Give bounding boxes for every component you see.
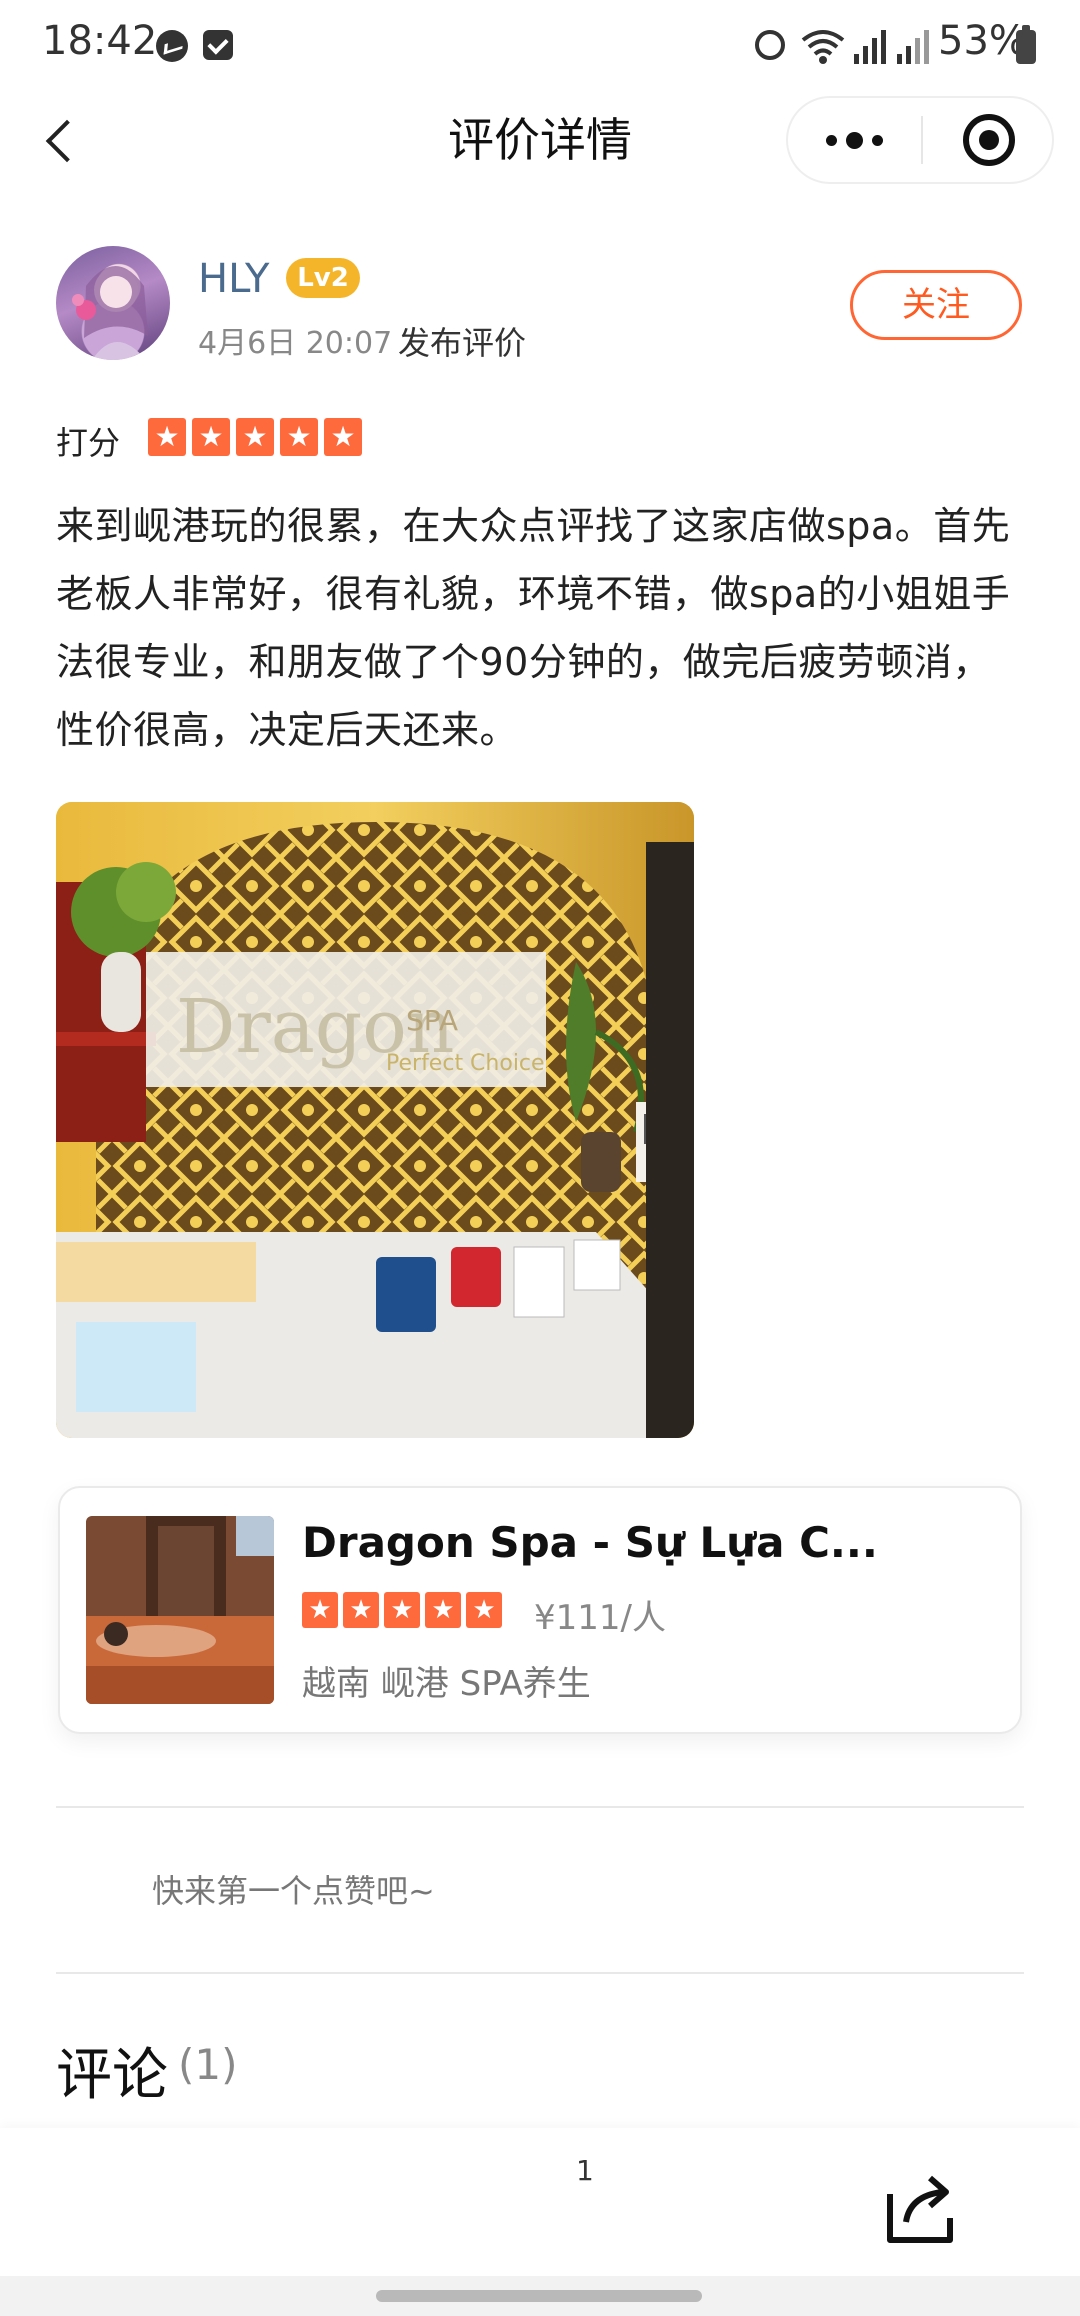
star-icon bbox=[302, 1592, 338, 1628]
battery-icon bbox=[1016, 25, 1036, 64]
share-icon bbox=[887, 2175, 953, 2243]
star-icon bbox=[466, 1592, 502, 1628]
username[interactable]: HLY bbox=[198, 256, 269, 302]
shop-price: ¥111/人 bbox=[534, 1598, 666, 1638]
comments-count: (1) bbox=[178, 2040, 238, 2089]
star-icon bbox=[280, 418, 318, 456]
shop-rating-stars bbox=[302, 1592, 502, 1628]
rating-label: 打分 bbox=[56, 424, 121, 462]
avatar[interactable] bbox=[56, 246, 170, 360]
post-time: 4月6日 20:07 bbox=[198, 326, 393, 361]
svg-text:SPA: SPA bbox=[406, 1004, 458, 1037]
star-icon bbox=[343, 1592, 379, 1628]
miniprogram-capsule bbox=[786, 96, 1054, 184]
star-icon bbox=[425, 1592, 461, 1628]
follow-button[interactable]: 关注 bbox=[850, 270, 1022, 340]
like-hint: 快来第一个点赞吧~ bbox=[152, 1872, 435, 1910]
avatar-image bbox=[72, 266, 148, 360]
shop-name[interactable]: Dragon Spa - Sự Lựa C... bbox=[302, 1518, 878, 1567]
divider bbox=[56, 1972, 1024, 1974]
page-title: 评价详情 bbox=[448, 113, 632, 167]
wifi-icon bbox=[801, 30, 845, 64]
messenger-icon bbox=[156, 30, 188, 62]
signal-secondary-icon bbox=[897, 30, 929, 64]
star-icon bbox=[324, 418, 362, 456]
spa-room-image bbox=[86, 1516, 274, 1704]
divider bbox=[56, 1806, 1024, 1808]
shop-thumbnail[interactable] bbox=[86, 1516, 274, 1704]
close-miniprogram-button[interactable] bbox=[923, 98, 1054, 182]
checkbox-notification-icon bbox=[203, 30, 233, 60]
home-indicator[interactable] bbox=[376, 2290, 702, 2302]
post-action-label: 发布评价 bbox=[398, 324, 527, 362]
more-button[interactable] bbox=[788, 98, 921, 182]
star-icon bbox=[384, 1592, 420, 1628]
status-time: 18:42 bbox=[42, 18, 158, 64]
star-icon bbox=[192, 418, 230, 456]
more-dots-icon bbox=[826, 135, 837, 146]
bottom-count[interactable]: 1 bbox=[576, 2154, 594, 2187]
signal-icon bbox=[854, 30, 886, 64]
star-icon bbox=[148, 418, 186, 456]
spa-reception-image: Dragon SPA Perfect Choice bbox=[56, 802, 694, 1438]
svg-text:Perfect Choice: Perfect Choice bbox=[386, 1051, 545, 1076]
rating-stars bbox=[148, 418, 362, 456]
review-text: 来到岘港玩的很累，在大众点评找了这家店做spa。首先老板人非常好，很有礼貌，环境… bbox=[56, 504, 1011, 752]
share-button[interactable] bbox=[880, 2166, 964, 2250]
comments-title: 评论 bbox=[56, 2043, 168, 2108]
shop-location: 越南 岘港 SPA养生 bbox=[302, 1664, 591, 1704]
battery-percent: 53% bbox=[938, 18, 1027, 64]
star-icon bbox=[236, 418, 274, 456]
level-badge: Lv2 bbox=[286, 258, 360, 298]
alarm-icon bbox=[755, 30, 785, 60]
status-bar: 18:42 53% bbox=[0, 0, 1080, 90]
back-button[interactable] bbox=[30, 110, 90, 170]
review-photo[interactable]: Dragon SPA Perfect Choice bbox=[56, 802, 694, 1438]
